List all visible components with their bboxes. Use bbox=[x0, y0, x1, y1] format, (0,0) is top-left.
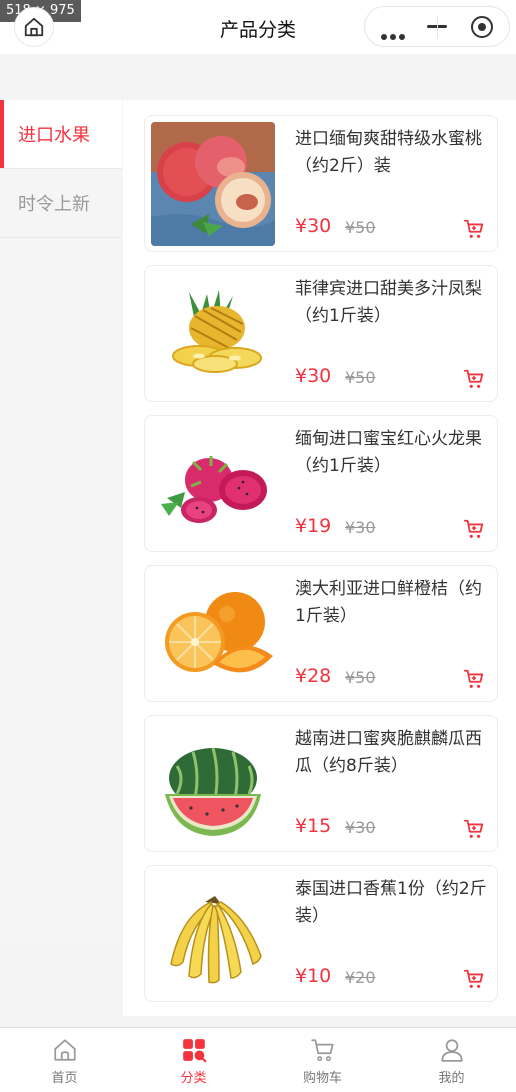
original-price: ¥50 bbox=[345, 368, 376, 387]
tab-home[interactable]: 首页 bbox=[0, 1028, 129, 1092]
original-price: ¥30 bbox=[345, 818, 376, 837]
product-card[interactable]: 缅甸进口蜜宝红心火龙果（约1斤装） ¥19 ¥30 bbox=[144, 415, 498, 552]
product-card[interactable]: 越南进口蜜爽脆麒麟瓜西瓜（约8斤装） ¥15 ¥30 bbox=[144, 715, 498, 852]
original-price: ¥30 bbox=[345, 518, 376, 537]
orange-image bbox=[151, 572, 275, 696]
product-price: ¥30 bbox=[295, 215, 332, 237]
user-icon bbox=[440, 1039, 463, 1062]
watermelon-image bbox=[151, 722, 275, 846]
product-name: 泰国进口香蕉1份（约2斤装） bbox=[295, 879, 487, 926]
tab-label: 购物车 bbox=[302, 1071, 342, 1086]
original-price: ¥50 bbox=[345, 668, 376, 687]
product-card[interactable]: 泰国进口香蕉1份（约2斤装） ¥10 ¥20 bbox=[144, 865, 498, 1002]
tab-label: 我的 bbox=[438, 1071, 465, 1086]
home-icon bbox=[53, 1039, 76, 1061]
banana-image bbox=[151, 872, 275, 996]
add-to-cart-icon[interactable] bbox=[463, 818, 485, 840]
close-button[interactable] bbox=[471, 16, 493, 38]
category-sidebar: 进口水果 时令上新 bbox=[0, 100, 122, 945]
add-to-cart-icon[interactable] bbox=[463, 668, 485, 690]
product-card[interactable]: 菲律宾进口甜美多汁凤梨（约1斤装） ¥30 ¥50 bbox=[144, 265, 498, 402]
add-to-cart-icon[interactable] bbox=[463, 968, 485, 990]
original-price: ¥20 bbox=[345, 968, 376, 987]
product-name: 澳大利亚进口鲜橙桔（约1斤装） bbox=[295, 579, 482, 626]
product-price: ¥15 bbox=[295, 815, 332, 837]
tab-profile[interactable]: 我的 bbox=[387, 1028, 516, 1092]
capsule-divider bbox=[437, 16, 438, 38]
product-price: ¥30 bbox=[295, 365, 332, 387]
add-to-cart-icon[interactable] bbox=[463, 368, 485, 390]
add-to-cart-icon[interactable] bbox=[463, 518, 485, 540]
product-name: 越南进口蜜爽脆麒麟瓜西瓜（约8斤装） bbox=[295, 729, 482, 776]
product-card[interactable]: 澳大利亚进口鲜橙桔（约1斤装） ¥28 ¥50 bbox=[144, 565, 498, 702]
tab-bar: 首页 分类 购物车 我的 bbox=[0, 1027, 516, 1092]
add-to-cart-icon[interactable] bbox=[463, 218, 485, 240]
pineapple-image bbox=[151, 272, 275, 396]
product-name: 缅甸进口蜜宝红心火龙果（约1斤装） bbox=[295, 429, 482, 476]
home-button[interactable] bbox=[14, 7, 54, 47]
peach-image bbox=[151, 122, 275, 246]
cart-icon bbox=[310, 1039, 334, 1062]
product-price: ¥10 bbox=[295, 965, 332, 987]
product-price: ¥19 bbox=[295, 515, 332, 537]
tab-category[interactable]: 分类 bbox=[129, 1028, 258, 1092]
capsule-menu bbox=[364, 6, 510, 47]
more-button[interactable] bbox=[381, 25, 408, 44]
sidebar-item-imported-fruit[interactable]: 进口水果 bbox=[0, 100, 122, 169]
tab-cart[interactable]: 购物车 bbox=[258, 1028, 387, 1092]
product-price: ¥28 bbox=[295, 665, 332, 687]
product-name: 进口缅甸爽甜特级水蜜桃（约2斤）装 bbox=[295, 129, 482, 176]
dragon-fruit-image bbox=[151, 422, 275, 546]
sidebar-item-seasonal-new[interactable]: 时令上新 bbox=[0, 169, 122, 238]
product-card[interactable]: 进口缅甸爽甜特级水蜜桃（约2斤）装 ¥30 ¥50 bbox=[144, 115, 498, 252]
category-icon bbox=[182, 1039, 207, 1063]
tab-label: 首页 bbox=[51, 1071, 78, 1086]
original-price: ¥50 bbox=[345, 218, 376, 237]
tab-label: 分类 bbox=[180, 1071, 207, 1086]
product-name: 菲律宾进口甜美多汁凤梨（约1斤装） bbox=[295, 279, 482, 326]
home-icon bbox=[24, 17, 44, 37]
